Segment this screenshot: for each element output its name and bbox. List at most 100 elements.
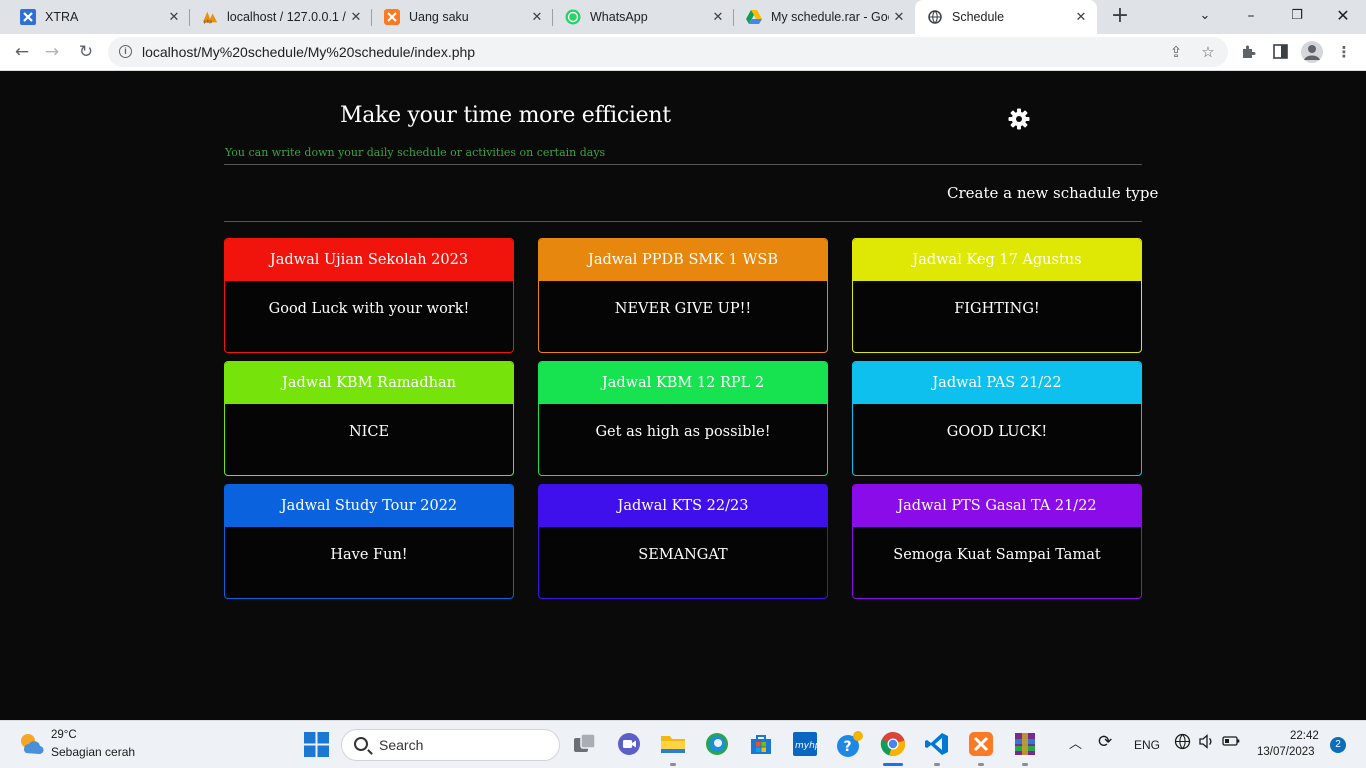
tab-phpmyadmin[interactable]: php localhost / 127.0.0.1 / ✕ xyxy=(190,0,372,34)
forward-button[interactable]: → xyxy=(39,40,65,66)
network-globe-icon[interactable] xyxy=(1174,733,1191,754)
schedule-card[interactable]: Jadwal KTS 22/23 SEMANGAT xyxy=(538,484,828,599)
schedule-card[interactable]: Jadwal PTS Gasal TA 21/22 Semoga Kuat Sa… xyxy=(852,484,1142,599)
divider xyxy=(224,164,1142,165)
weather-temperature[interactable]: 29°C xyxy=(51,729,77,741)
weather-condition[interactable]: Sebagian cerah xyxy=(51,745,135,759)
divider xyxy=(224,221,1142,222)
restore-button[interactable]: ❐ xyxy=(1274,0,1320,34)
schedule-card[interactable]: Jadwal Ujian Sekolah 2023 Good Luck with… xyxy=(224,238,514,353)
running-indicator xyxy=(934,763,940,766)
page-subtitle: You can write down your daily schedule o… xyxy=(225,146,606,159)
tab-google-drive[interactable]: My schedule.rar - Goo ✕ xyxy=(734,0,915,34)
clock-time[interactable]: 22:42 xyxy=(1290,730,1319,742)
browser-toolbar: ← → ↻ i localhost/My%20schedule/My%20sch… xyxy=(0,34,1366,71)
side-panel-icon[interactable] xyxy=(1270,42,1290,62)
card-title[interactable]: Jadwal Keg 17 Agustus xyxy=(853,239,1141,281)
google-drive-icon xyxy=(746,9,762,25)
schedule-card[interactable]: Jadwal KBM Ramadhan NICE xyxy=(224,361,514,476)
tab-search-chevron-icon[interactable]: ⌄ xyxy=(1182,0,1228,34)
card-title[interactable]: Jadwal KTS 22/23 xyxy=(539,485,827,527)
xampp-taskbar-icon[interactable] xyxy=(968,731,994,757)
close-icon[interactable]: ✕ xyxy=(889,9,909,25)
reload-button[interactable]: ↻ xyxy=(73,40,99,66)
weather-partly-sunny-icon[interactable] xyxy=(17,731,45,757)
card-message: GOOD LUCK! xyxy=(946,424,1048,440)
card-message: Good Luck with your work! xyxy=(268,301,470,317)
share-icon[interactable]: ⇪ xyxy=(1166,42,1186,62)
tab-title: XTRA xyxy=(45,10,79,24)
vscode-icon[interactable] xyxy=(924,731,950,757)
volume-icon[interactable] xyxy=(1198,733,1215,753)
card-message: FIGHTING! xyxy=(954,301,1040,317)
xtra-icon xyxy=(20,9,36,25)
schedule-card[interactable]: Jadwal PAS 21/22 GOOD LUCK! xyxy=(852,361,1142,476)
microsoft-store-icon[interactable] xyxy=(748,731,774,757)
close-icon[interactable]: ✕ xyxy=(1071,9,1091,25)
battery-icon[interactable] xyxy=(1222,734,1240,751)
taskbar: 29°C Sebagian cerah Search myhp ? ︿ ⟳ EN… xyxy=(0,720,1366,768)
tab-title: My schedule.rar - Goo xyxy=(771,10,889,24)
schedule-page: Make your time more efficient You can wr… xyxy=(0,71,1366,720)
card-message: NICE xyxy=(348,424,390,440)
tab-title: Uang saku xyxy=(409,10,469,24)
clock-date[interactable]: 13/07/2023 xyxy=(1257,746,1315,758)
tab-schedule[interactable]: Schedule ✕ xyxy=(915,0,1097,34)
tab-uang-saku[interactable]: Uang saku ✕ xyxy=(372,0,553,34)
svg-text:php: php xyxy=(204,19,213,25)
tab-whatsapp[interactable]: WhatsApp ✕ xyxy=(553,0,734,34)
new-tab-button[interactable]: + xyxy=(1108,5,1132,29)
show-hidden-icons-chevron-icon[interactable]: ︿ xyxy=(1069,733,1082,752)
card-message: SEMANGAT xyxy=(638,547,728,563)
card-title[interactable]: Jadwal Study Tour 2022 xyxy=(225,485,513,527)
running-indicator xyxy=(1022,763,1028,766)
card-title[interactable]: Jadwal KBM Ramadhan xyxy=(225,362,513,404)
close-icon[interactable]: ✕ xyxy=(164,9,184,25)
window-close-button[interactable]: ✕ xyxy=(1320,0,1366,34)
page-title: Make your time more efficient xyxy=(340,103,671,128)
close-icon[interactable]: ✕ xyxy=(346,9,366,25)
winrar-icon[interactable] xyxy=(1012,731,1038,757)
schedule-card[interactable]: Jadwal PPDB SMK 1 WSB NEVER GIVE UP!! xyxy=(538,238,828,353)
url-text: localhost/My%20schedule/My%20schedule/in… xyxy=(142,44,476,60)
edge-browser-icon[interactable] xyxy=(704,731,730,757)
card-title[interactable]: Jadwal PAS 21/22 xyxy=(853,362,1141,404)
card-title[interactable]: Jadwal KBM 12 RPL 2 xyxy=(539,362,827,404)
card-title[interactable]: Jadwal PTS Gasal TA 21/22 xyxy=(853,485,1141,527)
notification-badge[interactable]: 2 xyxy=(1330,737,1346,753)
schedule-card[interactable]: Jadwal Study Tour 2022 Have Fun! xyxy=(224,484,514,599)
bookmark-star-icon[interactable]: ☆ xyxy=(1198,42,1218,62)
site-info-icon[interactable]: i xyxy=(119,45,132,58)
close-icon[interactable]: ✕ xyxy=(527,9,547,25)
tab-xtra[interactable]: XTRA ✕ xyxy=(0,0,190,34)
card-message: NEVER GIVE UP!! xyxy=(614,301,752,317)
extensions-icon[interactable] xyxy=(1238,42,1258,62)
myhp-icon[interactable]: myhp xyxy=(792,731,821,757)
card-title[interactable]: Jadwal PPDB SMK 1 WSB xyxy=(539,239,827,281)
windows-start-icon[interactable] xyxy=(304,732,330,758)
create-schedule-type-link[interactable]: Create a new schadule type xyxy=(947,184,1158,202)
gear-icon[interactable] xyxy=(1007,107,1031,131)
taskbar-search-box[interactable]: Search xyxy=(341,729,560,761)
address-bar[interactable]: i localhost/My%20schedule/My%20schedule/… xyxy=(108,37,1228,67)
globe-icon xyxy=(927,9,943,25)
menu-kebab-icon[interactable]: ⋮ xyxy=(1334,42,1354,62)
help-tips-icon[interactable]: ? xyxy=(836,731,863,757)
close-icon[interactable]: ✕ xyxy=(708,9,728,25)
teams-meet-icon[interactable] xyxy=(616,731,642,757)
card-message: Semoga Kuat Sampai Tamat xyxy=(893,547,1101,563)
profile-avatar-icon[interactable] xyxy=(1301,41,1323,63)
minimize-button[interactable]: – xyxy=(1228,0,1274,34)
schedule-card[interactable]: Jadwal KBM 12 RPL 2 Get as high as possi… xyxy=(538,361,828,476)
schedule-card[interactable]: Jadwal Keg 17 Agustus FIGHTING! xyxy=(852,238,1142,353)
search-label: Search xyxy=(379,737,424,753)
sync-icon[interactable]: ⟳ xyxy=(1098,732,1112,752)
card-message: Get as high as possible! xyxy=(595,424,771,440)
file-explorer-icon[interactable] xyxy=(660,731,686,757)
chrome-icon[interactable] xyxy=(880,731,906,757)
task-view-icon[interactable] xyxy=(572,731,598,757)
input-language[interactable]: ENG xyxy=(1134,738,1160,752)
whatsapp-icon xyxy=(565,9,581,25)
card-title[interactable]: Jadwal Ujian Sekolah 2023 xyxy=(225,239,513,281)
back-button[interactable]: ← xyxy=(9,40,35,66)
